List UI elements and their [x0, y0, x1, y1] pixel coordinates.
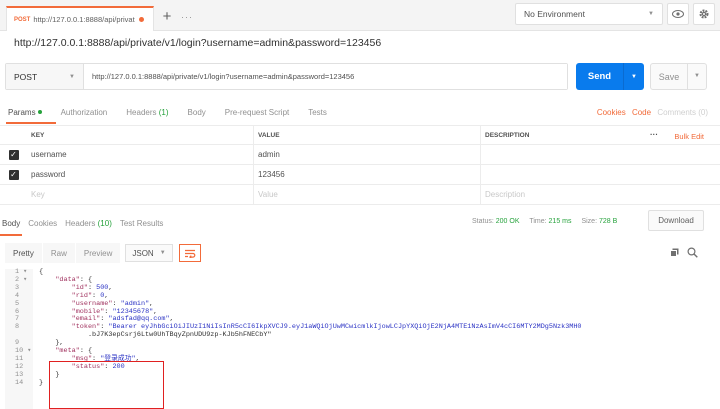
search-icon[interactable] [687, 247, 698, 258]
chevron-down-icon: ▼ [159, 250, 166, 256]
code-text: .bJ7K3epCsrj6Ltw0UhTBqyZpnUDU9zp-KJb5hFN… [39, 331, 272, 340]
request-tabs: Params Authorization Headers (1) Body Pr… [0, 100, 720, 124]
download-button[interactable]: Download [648, 210, 704, 231]
highlight-box [49, 361, 164, 409]
tab-strip: POST http://127.0.0.1:8888/api/privat + … [0, 0, 720, 31]
environment-select-value: No Environment [524, 9, 585, 19]
bulk-edit-link[interactable]: Bulk Edit [674, 132, 704, 141]
header-value: VALUE [253, 126, 480, 144]
add-tab-button[interactable]: + [158, 8, 176, 26]
param-value[interactable]: admin [253, 145, 480, 164]
chevron-down-icon[interactable]: ▼ [687, 64, 706, 89]
code-link[interactable]: Code [632, 108, 651, 117]
tab-prerequest-script[interactable]: Pre-request Script [225, 108, 289, 117]
size-value[interactable]: 728 B [599, 218, 617, 225]
active-tab-indicator [6, 122, 56, 124]
response-headers-count: (10) [97, 218, 112, 228]
copy-icon[interactable] [670, 248, 679, 257]
table-row: ✓ username admin [0, 145, 720, 165]
response-body-editor[interactable]: 1 ▾{2 ▾ "data": {3 "id": 500, 4 "rid": 0,… [5, 268, 715, 409]
request-name: http://127.0.0.1:8888/api/private/v1/log… [14, 37, 382, 49]
param-checkbox-cell: ✓ [0, 145, 27, 164]
active-tab-indicator [0, 234, 22, 236]
cookies-link[interactable]: Cookies [597, 108, 626, 117]
request-tab[interactable]: POST http://127.0.0.1:8888/api/privat [6, 6, 154, 31]
eye-icon [672, 10, 684, 18]
send-button[interactable]: Send ▼ [576, 63, 644, 90]
method-select-value: POST [14, 71, 38, 82]
time-label: Time: [529, 218, 547, 225]
params-more-button[interactable]: ··· [650, 130, 658, 139]
param-value[interactable]: 123456 [253, 165, 480, 184]
chevron-down-icon: ▼ [69, 73, 75, 80]
size-label: Size: [581, 218, 598, 225]
gear-icon [699, 9, 709, 19]
response-toolbar: Pretty Raw Preview JSON ▼ [5, 243, 201, 263]
param-key[interactable]: password [27, 165, 253, 184]
new-key-input[interactable]: Key [27, 185, 253, 204]
tab-headers[interactable]: Headers (1) [126, 108, 168, 117]
new-value-input[interactable]: Value [253, 185, 480, 204]
chevron-down-icon[interactable]: ▼ [624, 74, 644, 80]
more-tabs-button[interactable]: ··· [178, 8, 196, 26]
unsaved-dot-icon [138, 17, 144, 22]
param-checkbox[interactable]: ✓ [8, 169, 19, 180]
tab-response-body[interactable]: Body [2, 219, 20, 228]
save-button-label: Save [658, 71, 680, 82]
tab-body[interactable]: Body [188, 108, 206, 117]
param-checkbox-cell [0, 185, 27, 204]
request-side-links: Cookies Code Comments (0) [593, 108, 708, 117]
save-button[interactable]: Save ▼ [650, 63, 707, 90]
url-bar: POST ▼ [5, 63, 568, 90]
param-description[interactable] [480, 145, 720, 164]
status-label: Status: [472, 218, 494, 225]
line-number: 14 [15, 378, 24, 387]
wrap-icon [184, 249, 196, 258]
format-select[interactable]: JSON ▼ [125, 244, 173, 262]
params-table: KEY VALUE DESCRIPTION ··· Bulk Edit ✓ us… [0, 125, 720, 205]
environment-quick-look-button[interactable] [667, 3, 689, 25]
tab-authorization[interactable]: Authorization [61, 108, 108, 117]
param-key[interactable]: username [27, 145, 253, 164]
method-select[interactable]: POST ▼ [6, 64, 84, 89]
tab-test-results[interactable]: Test Results [120, 219, 164, 228]
request-tab-method: POST [14, 16, 31, 23]
header-key: KEY [31, 131, 45, 139]
response-status: Status: 200 OK Time: 215 ms Size: 728 B [472, 218, 625, 225]
param-checkbox[interactable]: ✓ [8, 149, 19, 160]
params-header-row: KEY VALUE DESCRIPTION ··· Bulk Edit [0, 125, 720, 145]
environment-select[interactable]: No Environment ▼ [515, 3, 663, 25]
new-description-input[interactable]: Description [480, 185, 720, 204]
tab-tests[interactable]: Tests [308, 108, 327, 117]
time-value[interactable]: 215 ms [549, 218, 572, 225]
manage-environments-button[interactable] [693, 3, 715, 25]
line-number: 8 [15, 323, 20, 332]
view-pretty-button[interactable]: Pretty [5, 243, 42, 263]
tab-response-cookies[interactable]: Cookies [28, 219, 57, 228]
status-value[interactable]: 200 OK [496, 218, 520, 225]
request-tab-label: http://127.0.0.1:8888/api/privat [33, 15, 135, 24]
params-active-dot-icon [37, 110, 42, 115]
comments-link[interactable]: Comments (0) [657, 108, 708, 117]
tab-params[interactable]: Params [8, 108, 42, 117]
param-description[interactable] [480, 165, 720, 184]
code-text: } [39, 378, 44, 387]
header-check-cell [0, 126, 27, 144]
view-preview-button[interactable]: Preview [75, 243, 121, 263]
tab-response-headers[interactable]: Headers (10) [65, 219, 112, 228]
table-row-placeholder: Key Value Description [0, 185, 720, 205]
format-select-value: JSON [132, 248, 154, 258]
wrap-lines-button[interactable] [178, 244, 201, 262]
param-checkbox-cell: ✓ [0, 165, 27, 184]
headers-count: (1) [158, 107, 169, 117]
table-row: ✓ password 123456 [0, 165, 720, 185]
view-raw-button[interactable]: Raw [42, 243, 75, 263]
url-input[interactable] [84, 64, 567, 89]
chevron-down-icon: ▼ [648, 11, 654, 17]
send-button-label: Send [587, 71, 612, 82]
